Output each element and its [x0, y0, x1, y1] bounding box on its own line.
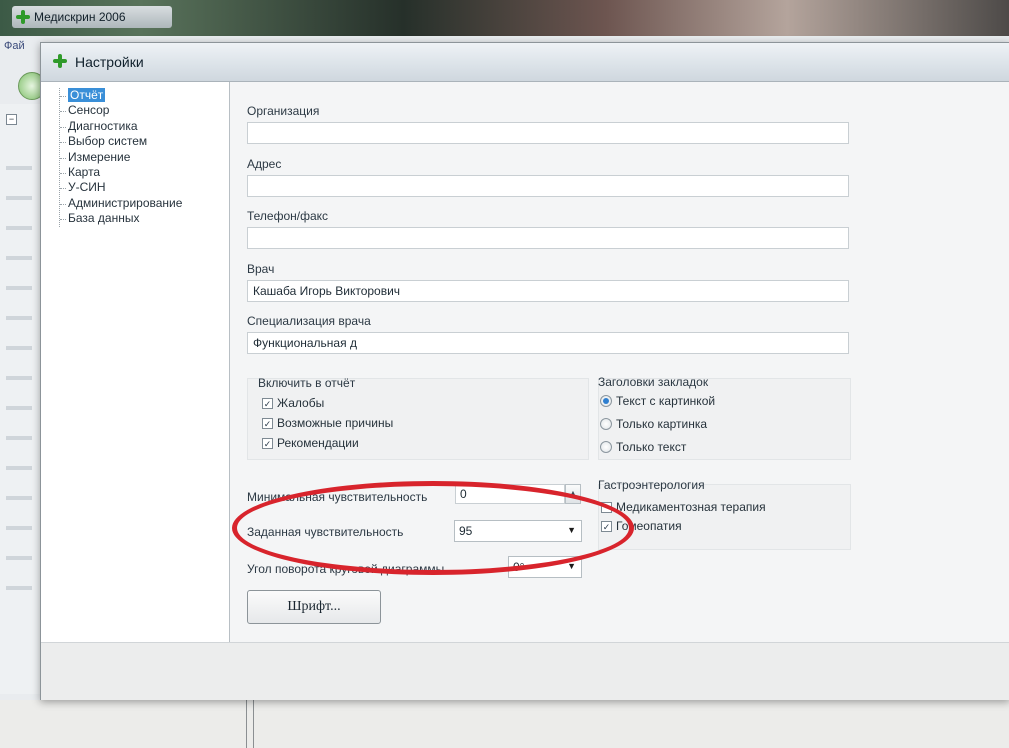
min-sensitivity-value: 0	[460, 487, 467, 501]
nav-item-label: Выбор систем	[68, 134, 148, 149]
app-tree-lines	[6, 140, 32, 610]
radio-text-only[interactable]: Только текст	[600, 440, 686, 454]
nav-item-label: Измерение	[68, 149, 131, 164]
nav-item-admin[interactable]: Администрирование	[60, 196, 182, 211]
checkbox-empty-icon	[601, 501, 612, 513]
organization-label: Организация	[247, 104, 320, 118]
nav-item-system-select[interactable]: Выбор систем	[60, 134, 182, 149]
nav-item-database[interactable]: База данных	[60, 211, 182, 226]
tree-expand-icon[interactable]: −	[6, 114, 17, 125]
font-button[interactable]: Шрифт...	[247, 590, 381, 624]
complaints-checkbox[interactable]: ✓ Жалобы	[262, 396, 324, 410]
phone-label: Телефон/факс	[247, 209, 329, 223]
app-menu-file[interactable]: Фай	[4, 40, 25, 52]
dialog-title: Настройки	[75, 54, 144, 70]
radio-empty-icon	[600, 441, 612, 453]
nav-item-sensor[interactable]: Сенсор	[60, 103, 182, 118]
organization-field[interactable]	[247, 122, 849, 144]
checkbox-check-icon: ✓	[262, 397, 273, 409]
checkbox-check-icon: ✓	[601, 520, 612, 532]
radio-image-only-label: Только картинка	[616, 417, 708, 431]
gastro-group	[598, 484, 851, 550]
report-settings-panel: Организация Адрес Телефон/факс Врач Спец…	[230, 82, 1009, 642]
set-sensitivity-dropdown[interactable]: 95 ▼	[454, 520, 582, 542]
set-sensitivity-value: 95	[459, 524, 473, 538]
dialog-footer	[41, 642, 1009, 700]
include-group-title: Включить в отчёт	[258, 376, 356, 390]
app-title: Медискрин 2006	[34, 10, 126, 24]
radio-empty-icon	[600, 418, 612, 430]
rotation-dropdown[interactable]: 0° ▼	[508, 556, 582, 578]
rotation-value: 0°	[513, 560, 525, 574]
homeopathy-checkbox[interactable]: ✓ Гомеопатия	[601, 519, 682, 533]
dropdown-arrow-icon: ▼	[567, 561, 576, 571]
recommendations-label: Рекомендации	[277, 436, 359, 450]
app-titlebar: Медискрин 2006	[0, 0, 1009, 36]
nav-item-report[interactable]: Отчёт	[60, 88, 182, 103]
app-title-tab[interactable]: Медискрин 2006	[12, 6, 172, 28]
min-sensitivity-label: Минимальная чувствительность	[247, 490, 428, 504]
dialog-titlebar[interactable]: Настройки	[41, 43, 1009, 82]
radio-text-with-image[interactable]: Текст с картинкой	[600, 394, 715, 408]
app-splitter[interactable]	[246, 700, 254, 748]
rotation-label: Угол поворота круговой диаграммы	[247, 562, 445, 576]
nav-item-label: Администрирование	[68, 195, 183, 210]
radio-image-only[interactable]: Только картинка	[600, 417, 707, 431]
specialization-field[interactable]	[247, 332, 849, 354]
dialog-cross-icon	[53, 54, 67, 68]
drug-therapy-label: Медикаментозная терапия	[616, 500, 766, 514]
nav-item-card[interactable]: Карта	[60, 165, 182, 180]
app-cross-icon	[16, 10, 30, 24]
app-status-area	[0, 700, 1009, 748]
causes-label: Возможные причины	[277, 416, 394, 430]
set-sensitivity-label: Заданная чувствительность	[247, 525, 404, 539]
causes-checkbox[interactable]: ✓ Возможные причины	[262, 416, 393, 430]
settings-nav: Отчёт Сенсор Диагностика Выбор систем Из…	[41, 82, 230, 642]
radio-text-only-label: Только текст	[616, 440, 687, 454]
nav-item-label: Карта	[68, 164, 101, 179]
gastro-group-title: Гастроэнтерология	[598, 478, 705, 492]
min-sensitivity-spinner[interactable]: 0	[455, 484, 565, 504]
specialization-label: Специализация врача	[247, 314, 371, 328]
doctor-label: Врач	[247, 262, 275, 276]
nav-item-label: База данных	[68, 211, 140, 226]
recommendations-checkbox[interactable]: ✓ Рекомендации	[262, 436, 359, 450]
homeopathy-label: Гомеопатия	[616, 519, 682, 533]
phone-field[interactable]	[247, 227, 849, 249]
settings-nav-tree: Отчёт Сенсор Диагностика Выбор систем Из…	[59, 88, 182, 227]
doctor-field[interactable]	[247, 280, 849, 302]
nav-item-label: Диагностика	[68, 118, 138, 133]
checkbox-check-icon: ✓	[262, 417, 273, 429]
dropdown-arrow-icon: ▼	[567, 525, 576, 535]
nav-item-label: Отчёт	[68, 88, 106, 102]
radio-selected-icon	[600, 395, 612, 407]
settings-dialog: Настройки Отчёт Сенсор Диагностика Выбор…	[40, 42, 1009, 700]
checkbox-check-icon: ✓	[262, 437, 273, 449]
complaints-label: Жалобы	[277, 396, 325, 410]
address-label: Адрес	[247, 157, 282, 171]
dialog-body: Отчёт Сенсор Диагностика Выбор систем Из…	[41, 82, 1009, 642]
nav-item-u-sin[interactable]: У-СИН	[60, 180, 182, 195]
address-field[interactable]	[247, 175, 849, 197]
spin-up-icon[interactable]: ▲	[565, 484, 581, 504]
drug-therapy-checkbox[interactable]: Медикаментозная терапия	[601, 500, 766, 514]
tab-headers-group-title: Заголовки закладок	[598, 375, 709, 389]
nav-item-label: Сенсор	[68, 103, 110, 118]
nav-item-measurement[interactable]: Измерение	[60, 150, 182, 165]
nav-item-label: У-СИН	[68, 180, 106, 195]
radio-text-with-image-label: Текст с картинкой	[616, 394, 716, 408]
nav-item-diagnostics[interactable]: Диагностика	[60, 119, 182, 134]
